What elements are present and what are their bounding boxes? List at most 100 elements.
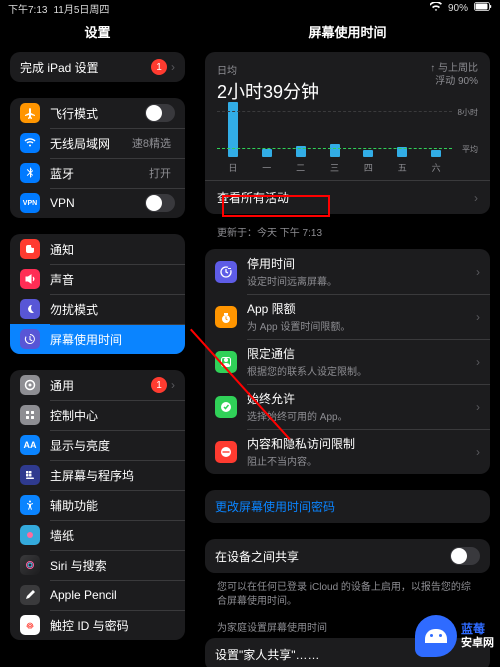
chart-avg-label: 日均 (217, 62, 319, 77)
feature-communication[interactable]: 限定通信根据您的联系人设定限制。 › (205, 339, 490, 384)
sidebar-item-label: 飞行模式 (50, 105, 145, 122)
watermark: 蓝莓安卓网 (415, 615, 494, 657)
sidebar-item-label: 屏幕使用时间 (50, 331, 175, 348)
accessibility-icon (20, 495, 40, 515)
settings-sidebar[interactable]: 完成 iPad 设置 1 › 飞行模式 无线局域网 速8精选 (0, 46, 195, 667)
sidebar-item-touchid[interactable]: 触控 ID 与密码 (10, 610, 185, 640)
chevron-right-icon: › (476, 265, 480, 279)
sidebar-item-wallpaper[interactable]: 墙纸 (10, 520, 185, 550)
chevron-right-icon: › (474, 191, 478, 205)
chevron-right-icon: › (171, 60, 175, 74)
battery-icon (474, 2, 492, 14)
sidebar-item-display[interactable]: AA 显示与亮度 (10, 430, 185, 460)
applimits-icon (215, 306, 237, 328)
touchid-icon (20, 615, 40, 635)
downtime-icon (215, 261, 237, 283)
wifi-detail: 速8精选 (132, 135, 171, 151)
status-time: 下午7:13 (8, 1, 47, 16)
siri-icon (20, 555, 40, 575)
display-icon: AA (20, 435, 40, 455)
sidebar-item-label: 无线局域网 (50, 135, 132, 152)
wifi-icon (20, 133, 40, 153)
sidebar-item-pencil[interactable]: Apple Pencil (10, 580, 185, 610)
homescreen-icon (20, 465, 40, 485)
sidebar-item-wifi[interactable]: 无线局域网 速8精选 (10, 128, 185, 158)
sidebar-item-label: 控制中心 (50, 407, 175, 424)
feature-downtime[interactable]: 停用时间设定时间远离屏幕。 › (205, 249, 490, 294)
usage-chart-card: 日均 2小时39分钟 ↑ 与上周比 浮动 90% 8小时 平均 日一二三四五六 … (205, 52, 490, 214)
sidebar-item-label: 触控 ID 与密码 (50, 617, 175, 634)
chevron-right-icon: › (476, 355, 480, 369)
chart-bars: 8小时 平均 日一二三四五六 (217, 110, 478, 180)
general-badge: 1 (151, 377, 167, 393)
feature-always-allow[interactable]: 始终允许选择始终可用的 App。 › (205, 384, 490, 429)
screentime-title: 屏幕使用时间 (195, 16, 500, 46)
sidebar-item-airplane[interactable]: 飞行模式 (10, 98, 185, 128)
bluetooth-detail: 打开 (149, 165, 171, 181)
dnd-icon (20, 299, 40, 319)
share-toggle[interactable] (450, 547, 480, 565)
general-icon (20, 375, 40, 395)
sidebar-item-label: 通知 (50, 241, 175, 258)
battery-percent: 90% (448, 3, 468, 14)
restrictions-icon (215, 441, 237, 463)
pencil-icon (20, 585, 40, 605)
sidebar-item-finish-setup[interactable]: 完成 iPad 设置 1 › (10, 52, 185, 82)
always-allow-icon (215, 396, 237, 418)
watermark-icon (415, 615, 457, 657)
sidebar-item-accessibility[interactable]: 辅助功能 (10, 490, 185, 520)
status-bar: 下午7:13 11月5日周四 90% (0, 0, 500, 16)
sidebar-item-label: 显示与亮度 (50, 437, 175, 454)
sidebar-item-label: 通用 (50, 377, 151, 394)
title-bar: 设置 屏幕使用时间 (0, 16, 500, 46)
sidebar-item-label: 主屏幕与程序坞 (50, 467, 175, 484)
wallpaper-icon (20, 525, 40, 545)
sidebar-item-sound[interactable]: 声音 (10, 264, 185, 294)
sidebar-item-siri[interactable]: Siri 与搜索 (10, 550, 185, 580)
sidebar-item-label: VPN (50, 196, 145, 210)
sidebar-item-label: 辅助功能 (50, 497, 175, 514)
share-across-devices-row[interactable]: 在设备之间共享 (205, 539, 490, 573)
chevron-right-icon: › (476, 445, 480, 459)
communication-icon (215, 351, 237, 373)
sidebar-item-label: Apple Pencil (50, 588, 175, 602)
sidebar-item-dnd[interactable]: 勿扰模式 (10, 294, 185, 324)
share-note: 您可以在任何已登录 iCloud 的设备上启用，以报告您的综合屏幕使用时间。 (205, 577, 490, 619)
screentime-icon (20, 329, 40, 349)
chart-updated: 更新于：今天 下午 7:13 (205, 222, 490, 249)
wifi-status-icon (430, 2, 442, 14)
chevron-right-icon: › (171, 378, 175, 392)
sound-icon (20, 269, 40, 289)
sidebar-item-label: 声音 (50, 271, 175, 288)
sidebar-item-bluetooth[interactable]: 蓝牙 打开 (10, 158, 185, 188)
vpn-toggle[interactable] (145, 194, 175, 212)
sidebar-item-label: Siri 与搜索 (50, 557, 175, 574)
sidebar-item-notifications[interactable]: 通知 (10, 234, 185, 264)
feature-applimits[interactable]: App 限额为 App 设置时间限额。 › (205, 294, 490, 339)
chevron-right-icon: › (476, 400, 480, 414)
airplane-toggle[interactable] (145, 104, 175, 122)
sidebar-item-screentime[interactable]: 屏幕使用时间 (10, 324, 185, 354)
change-passcode-button[interactable]: 更改屏幕使用时间密码 (205, 490, 490, 523)
sidebar-item-control-center[interactable]: 控制中心 (10, 400, 185, 430)
setup-badge: 1 (151, 59, 167, 75)
view-all-label: 查看所有活动 (217, 189, 474, 206)
bluetooth-icon (20, 163, 40, 183)
sidebar-item-vpn[interactable]: VPN VPN (10, 188, 185, 218)
chevron-right-icon: › (476, 310, 480, 324)
sidebar-item-label: 蓝牙 (50, 165, 149, 182)
control-center-icon (20, 405, 40, 425)
sidebar-item-homescreen[interactable]: 主屏幕与程序坞 (10, 460, 185, 490)
sidebar-item-label: 墙纸 (50, 527, 175, 544)
notifications-icon (20, 239, 40, 259)
vpn-icon: VPN (20, 193, 40, 213)
view-all-activity-row[interactable]: 查看所有活动 › (205, 180, 490, 214)
screentime-detail[interactable]: 日均 2小时39分钟 ↑ 与上周比 浮动 90% 8小时 平均 日一二三四五六 … (195, 46, 500, 667)
sidebar-item-general[interactable]: 通用 1 › (10, 370, 185, 400)
status-date: 11月5日周四 (53, 1, 109, 16)
airplane-icon (20, 103, 40, 123)
chart-delta: ↑ 与上周比 浮动 90% (430, 62, 478, 88)
feature-restrictions[interactable]: 内容和隐私访问限制阻止不当内容。 › (205, 429, 490, 474)
chart-avg-value: 2小时39分钟 (217, 78, 319, 104)
settings-title: 设置 (0, 16, 195, 46)
